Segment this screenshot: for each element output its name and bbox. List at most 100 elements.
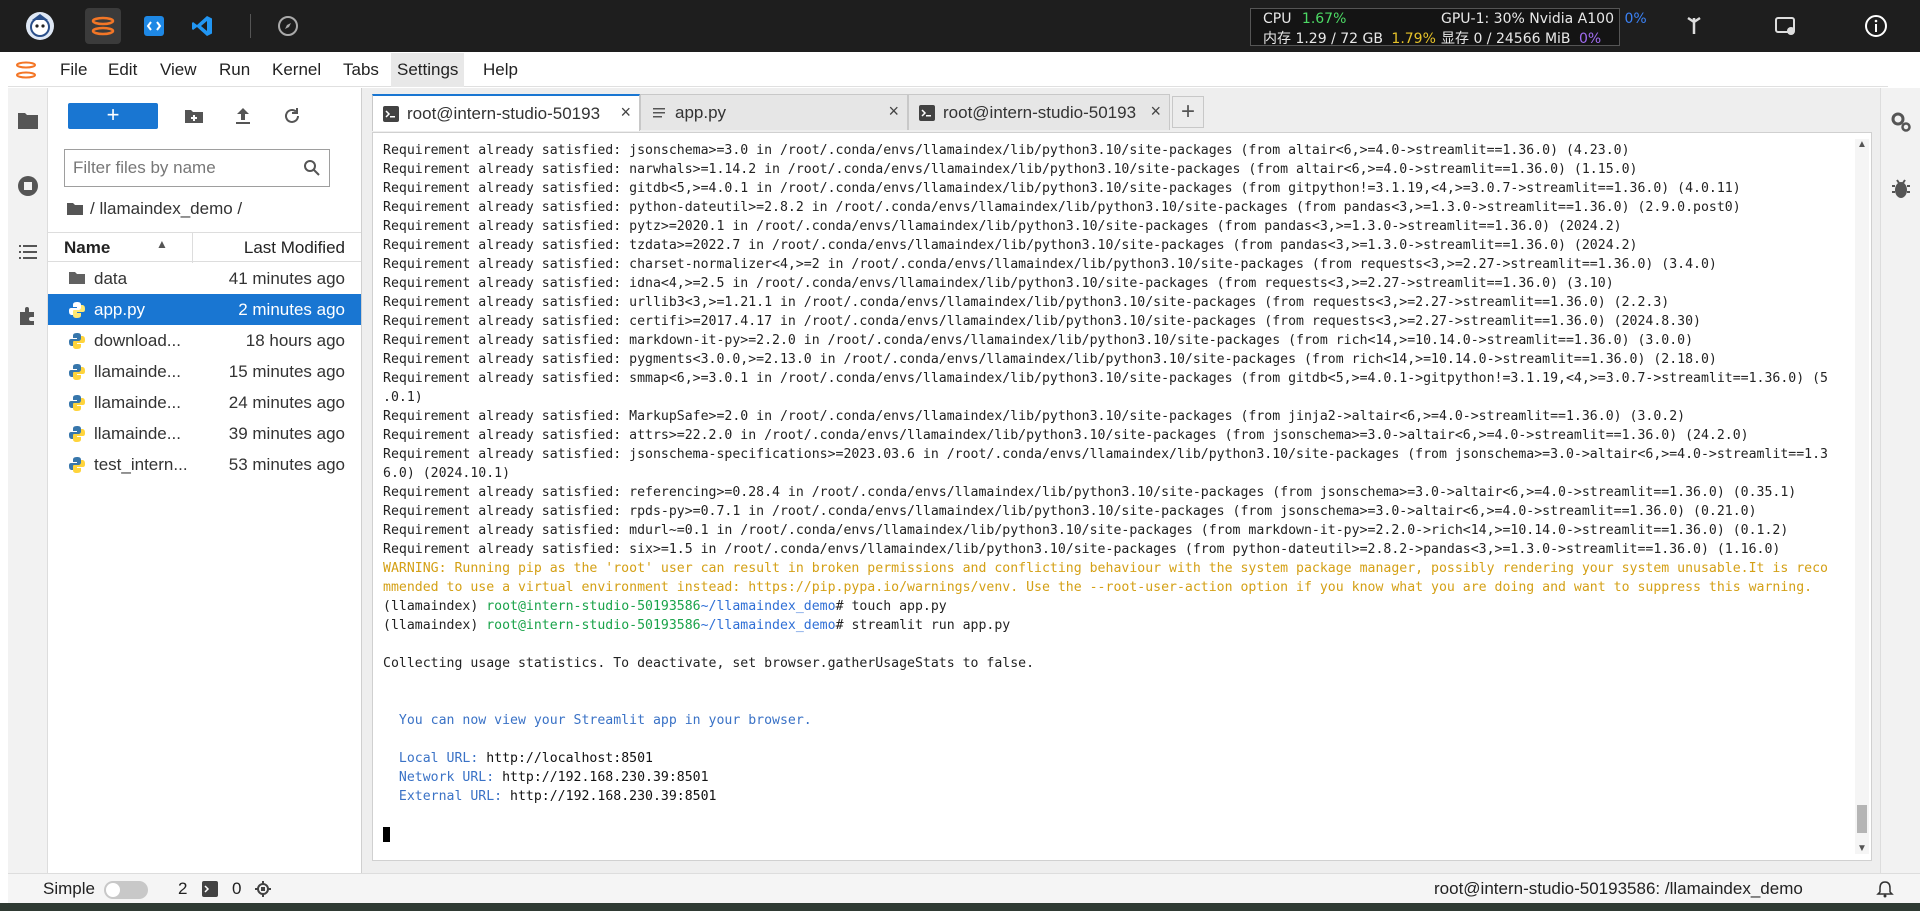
vscode-icon[interactable]	[184, 8, 220, 44]
debugger-icon[interactable]	[1887, 174, 1915, 202]
menu-bar: File Edit View Run Kernel Tabs Settings …	[8, 53, 1888, 87]
python-file-icon	[68, 456, 86, 474]
column-last-modified[interactable]: Last Modified	[244, 238, 345, 258]
terminal-text: 6.0) (2024.10.1)	[383, 466, 511, 481]
terminal-text: Requirement already satisfied: jsonschem…	[383, 143, 1630, 158]
terminal-line: 6.0) (2024.10.1)	[383, 464, 1845, 483]
compass-icon[interactable]	[270, 8, 306, 44]
kernel-status-icon[interactable]	[255, 881, 271, 902]
terminal-panel[interactable]: Requirement already satisfied: jsonschem…	[372, 132, 1872, 861]
jupyter-logo-icon	[14, 58, 38, 82]
vram-label: 显存 0 / 24566 MiB	[1441, 31, 1571, 47]
close-tab-icon[interactable]: ×	[620, 102, 631, 123]
taskbar-strip	[0, 903, 1920, 911]
scroll-down-icon[interactable]: ▼	[1857, 843, 1867, 854]
prompt-env: (llamaindex)	[383, 599, 487, 614]
menu-view[interactable]: View	[154, 53, 203, 87]
python-file-icon	[68, 425, 86, 443]
property-inspector-icon[interactable]	[1887, 108, 1915, 136]
terminal-scrollbar[interactable]: ▲ ▼	[1855, 139, 1869, 854]
file-row[interactable]: download... 18 hours ago	[48, 325, 361, 356]
tab-label: root@intern-studio-50193	[407, 104, 601, 123]
new-launcher-button[interactable]: +	[68, 103, 158, 129]
close-tab-icon[interactable]: ×	[1150, 101, 1161, 122]
terminal-count[interactable]: 2	[178, 879, 187, 899]
file-row-app-py[interactable]: app.py 2 minutes ago	[48, 294, 361, 325]
terminal-line: Requirement already satisfied: urllib3<3…	[383, 293, 1845, 312]
code-editor-icon[interactable]	[136, 8, 172, 44]
add-tab-button[interactable]: +	[1172, 96, 1204, 128]
terminal-output[interactable]: Requirement already satisfied: jsonschem…	[383, 141, 1845, 844]
external-url-link[interactable]: http://192.168.230.39:8501	[510, 789, 716, 804]
terminal-text: Requirement already satisfied: charset-n…	[383, 257, 1717, 272]
scroll-up-icon[interactable]: ▲	[1857, 139, 1867, 150]
tab-app-py[interactable]: app.py ×	[640, 94, 908, 130]
image-settings-icon[interactable]	[1768, 8, 1804, 44]
tab-terminal-1[interactable]: root@intern-studio-50193 ×	[372, 94, 640, 131]
cursor-line	[383, 825, 1845, 844]
folder-icon[interactable]	[14, 106, 42, 134]
file-row[interactable]: test_intern... 53 minutes ago	[48, 449, 361, 480]
info-icon[interactable]	[1858, 8, 1894, 44]
fork-icon[interactable]	[1676, 8, 1712, 44]
extensions-icon[interactable]	[14, 302, 42, 330]
terminal-line: Requirement already satisfied: charset-n…	[383, 255, 1845, 274]
breadcrumb-path[interactable]: / llamaindex_demo /	[90, 199, 242, 219]
status-bar: Simple 2 0 root@intern-studio-50193586: …	[8, 873, 1920, 903]
network-url-link[interactable]: http://192.168.230.39:8501	[502, 770, 708, 785]
jupyter-icon[interactable]	[85, 8, 121, 44]
toolbar-separator	[250, 14, 251, 38]
app-logo-icon[interactable]	[22, 8, 58, 44]
memory-label: 内存 1.29 / 72 GB	[1263, 31, 1383, 47]
menu-tabs[interactable]: Tabs	[337, 53, 385, 87]
local-url-link[interactable]: http://localhost:8501	[486, 751, 653, 766]
running-sessions-icon[interactable]	[14, 172, 42, 200]
file-filter-input[interactable]	[73, 156, 293, 180]
terminal-text: Requirement already satisfied: rpds-py>=…	[383, 504, 1757, 519]
file-filter-box	[64, 149, 330, 187]
terminal-text: Requirement already satisfied: pytz>=202…	[383, 219, 1622, 234]
kernel-count[interactable]: 0	[232, 879, 241, 899]
terminal-line: Requirement already satisfied: idna<4,>=…	[383, 274, 1845, 293]
terminal-line: Requirement already satisfied: pygments<…	[383, 350, 1845, 369]
toggle-knob	[106, 883, 120, 897]
terminal-status-icon[interactable]	[202, 881, 218, 902]
url-line: External URL: http://192.168.230.39:8501	[383, 787, 1845, 806]
gpu-label: GPU-1: 30% Nvidia A100	[1441, 11, 1614, 27]
vram-value: 0%	[1579, 31, 1602, 47]
column-divider[interactable]	[192, 233, 193, 263]
file-row[interactable]: llamainde... 15 minutes ago	[48, 356, 361, 387]
table-of-contents-icon[interactable]	[14, 238, 42, 266]
file-browser: + / llamaindex_demo / Name ▲ Last Modifi…	[48, 88, 362, 873]
new-folder-icon[interactable]	[182, 104, 206, 128]
menu-file[interactable]: File	[54, 53, 93, 87]
terminal-text: .0.1)	[383, 390, 423, 405]
file-name: llamainde...	[94, 362, 181, 381]
scrollbar-thumb[interactable]	[1857, 805, 1867, 833]
terminal-line: You can now view your Streamlit app in y…	[383, 711, 1845, 730]
tab-terminal-2[interactable]: root@intern-studio-50193 ×	[908, 94, 1170, 130]
column-name[interactable]: Name	[64, 238, 110, 258]
terminal-text: Requirement already satisfied: gitdb<5,>…	[383, 181, 1741, 196]
simple-mode-toggle[interactable]	[104, 881, 148, 899]
notification-bell-icon[interactable]	[1876, 880, 1894, 903]
menu-kernel[interactable]: Kernel	[266, 53, 327, 87]
breadcrumb-folder-icon[interactable]	[66, 201, 84, 217]
menu-help[interactable]: Help	[477, 53, 524, 87]
menu-run[interactable]: Run	[213, 53, 256, 87]
menu-settings[interactable]: Settings	[391, 53, 465, 87]
upload-icon[interactable]	[231, 104, 255, 128]
search-icon[interactable]	[303, 159, 321, 177]
close-tab-icon[interactable]: ×	[888, 101, 899, 122]
refresh-icon[interactable]	[280, 104, 304, 128]
file-row[interactable]: llamainde... 39 minutes ago	[48, 418, 361, 449]
right-sidebar	[1880, 88, 1920, 873]
file-row[interactable]: llamainde... 24 minutes ago	[48, 387, 361, 418]
streamlit-message: You can now view your Streamlit app in y…	[383, 713, 812, 728]
file-row-data[interactable]: data 41 minutes ago	[48, 263, 361, 294]
prompt-env: (llamaindex)	[383, 618, 487, 633]
file-modified: 39 minutes ago	[228, 424, 345, 443]
cpu-value: 1.67%	[1301, 11, 1347, 27]
menu-edit[interactable]: Edit	[102, 53, 143, 87]
